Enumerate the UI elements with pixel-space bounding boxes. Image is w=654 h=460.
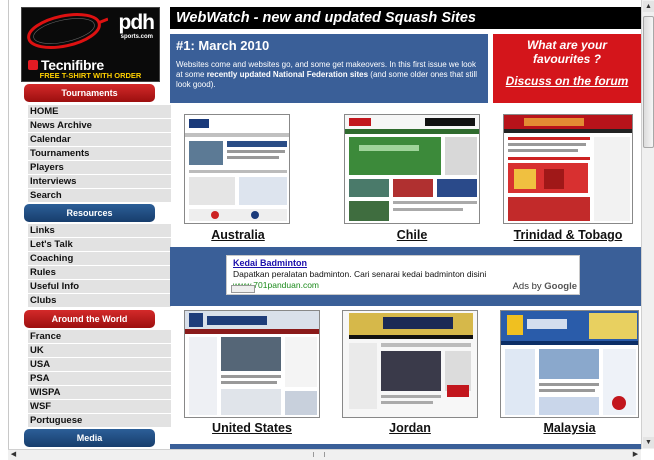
ad-title[interactable]: Kedai Badminton bbox=[233, 258, 307, 268]
nav-item[interactable]: Clubs bbox=[28, 294, 171, 308]
section-around-the-world[interactable]: Around the World bbox=[24, 310, 155, 328]
nav-item[interactable]: WISPA bbox=[28, 386, 171, 400]
scroll-left-icon[interactable]: ◀ bbox=[8, 450, 19, 460]
promo-question: What are your favourites ? bbox=[493, 38, 641, 66]
nav-item[interactable]: Search bbox=[28, 189, 171, 203]
scrollbar-grip-icon[interactable] bbox=[313, 452, 325, 457]
nav-item[interactable]: Let's Talk bbox=[28, 238, 171, 252]
nav-item[interactable]: Coaching bbox=[28, 252, 171, 266]
main-content: WebWatch - new and updated Squash Sites … bbox=[170, 7, 641, 460]
site-thumbnail[interactable] bbox=[342, 310, 478, 418]
issue-title: #1: March 2010 bbox=[176, 38, 270, 53]
nav-item[interactable]: Interviews bbox=[28, 175, 171, 189]
nav-item[interactable]: Calendar bbox=[28, 133, 171, 147]
sponsor-logo[interactable]: pdh sports.com Tecnifibre FREE T-SHIRT W… bbox=[21, 7, 160, 82]
nav-item[interactable]: Players bbox=[28, 161, 171, 175]
google-label: Google bbox=[544, 281, 577, 292]
scroll-up-icon[interactable]: ▲ bbox=[643, 1, 654, 12]
horizontal-scrollbar[interactable]: ◀ ▶ bbox=[8, 449, 641, 460]
nav-item[interactable]: News Archive bbox=[28, 119, 171, 133]
nav-item[interactable]: PSA bbox=[28, 372, 171, 386]
site-caption[interactable]: Malaysia bbox=[490, 421, 649, 435]
page-title: WebWatch - new and updated Squash Sites bbox=[170, 7, 641, 29]
ad-banner: Kedai Badminton Dapatkan peralatan badmi… bbox=[170, 247, 641, 306]
nav-list-tournaments: HOME News Archive Calendar Tournaments P… bbox=[28, 105, 171, 203]
section-tournaments[interactable]: Tournaments bbox=[24, 84, 155, 102]
nav-item[interactable]: France bbox=[28, 330, 171, 344]
site-thumbnail[interactable] bbox=[184, 310, 320, 418]
site-caption[interactable]: Chile bbox=[334, 228, 490, 242]
tecnifibre-mark-icon bbox=[28, 60, 38, 70]
sidebar: pdh sports.com Tecnifibre FREE T-SHIRT W… bbox=[14, 0, 171, 460]
site-caption[interactable]: Australia bbox=[174, 228, 302, 242]
ad-box[interactable]: Kedai Badminton Dapatkan peralatan badmi… bbox=[226, 255, 580, 295]
ad-nav-arrows-icon[interactable] bbox=[231, 285, 255, 293]
site-thumbnail[interactable] bbox=[184, 114, 290, 224]
pdh-domain: sports.com bbox=[120, 34, 153, 40]
site-thumbnail[interactable] bbox=[500, 310, 639, 418]
nav-item[interactable]: Portuguese bbox=[28, 414, 171, 428]
ad-description: Dapatkan peralatan badminton. Cari senar… bbox=[233, 269, 487, 279]
promo-question-line: What are your bbox=[526, 38, 607, 52]
ads-by-label: Ads by bbox=[512, 281, 542, 292]
scrollbar-thumb[interactable] bbox=[643, 16, 654, 148]
intro-text-bold: recently updated National Federation sit… bbox=[206, 70, 369, 79]
intro-text: Websites come and websites go, and some … bbox=[176, 60, 482, 90]
vertical-scrollbar[interactable]: ▲ ▼ bbox=[641, 0, 654, 449]
site-caption[interactable]: United States bbox=[174, 421, 330, 435]
nav-list-world: France UK USA PSA WISPA WSF Portuguese bbox=[28, 330, 171, 428]
pdh-wordmark: pdh bbox=[118, 11, 155, 34]
nav-item[interactable]: Rules bbox=[28, 266, 171, 280]
promo-question-line: favourites ? bbox=[532, 52, 601, 66]
site-thumbnail[interactable] bbox=[344, 114, 480, 224]
ads-by-google[interactable]: Ads by Google bbox=[513, 281, 577, 292]
squash-racket-icon bbox=[27, 13, 108, 49]
site-caption[interactable]: Jordan bbox=[332, 421, 488, 435]
nav-item[interactable]: Links bbox=[28, 224, 171, 238]
site-thumbnail[interactable] bbox=[503, 114, 633, 224]
nav-item[interactable]: WSF bbox=[28, 400, 171, 414]
site-caption[interactable]: Trinidad & Tobago bbox=[493, 228, 643, 242]
forum-promo: What are your favourites ? Discuss on the… bbox=[493, 34, 641, 103]
sponsor-tagline: FREE T-SHIRT WITH ORDER bbox=[39, 71, 142, 80]
scroll-right-icon[interactable]: ▶ bbox=[630, 450, 641, 460]
nav-item[interactable]: HOME bbox=[28, 105, 171, 119]
section-resources[interactable]: Resources bbox=[24, 204, 155, 222]
nav-item[interactable]: Tournaments bbox=[28, 147, 171, 161]
scroll-down-icon[interactable]: ▼ bbox=[643, 437, 654, 448]
section-media[interactable]: Media bbox=[24, 429, 155, 447]
intro-panel: #1: March 2010 Websites come and website… bbox=[170, 34, 488, 103]
forum-link[interactable]: Discuss on the forum bbox=[493, 74, 641, 88]
nav-item[interactable]: UK bbox=[28, 344, 171, 358]
nav-item[interactable]: USA bbox=[28, 358, 171, 372]
nav-list-resources: Links Let's Talk Coaching Rules Useful I… bbox=[28, 224, 171, 308]
nav-item[interactable]: Useful Info bbox=[28, 280, 171, 294]
